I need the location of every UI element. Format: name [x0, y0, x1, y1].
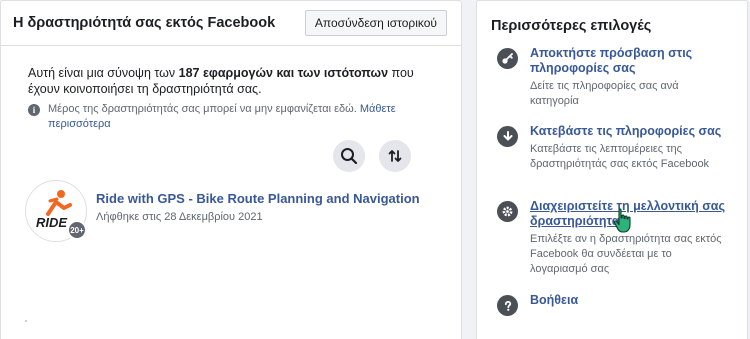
sort-icon — [388, 150, 402, 162]
activity-count-badge: 20+ — [67, 220, 87, 240]
hand-cursor-icon — [613, 208, 631, 233]
option-description: Δείτε τις πληροφορίες σας ανά κατηγορία — [530, 80, 679, 107]
more-options-title: Περισσότερες επιλογές — [491, 18, 652, 34]
info-note-text: Μέρος της δραστηριότητάς σας μπορεί να μ… — [48, 103, 357, 115]
option-access-information[interactable]: Αποκτήστε πρόσβαση στις πληροφορίες σας … — [497, 46, 742, 109]
search-icon — [341, 148, 358, 165]
gear-icon — [497, 201, 518, 222]
option-help[interactable]: Βοήθεια — [497, 293, 742, 316]
app-received-date: Λήφθηκε στις 28 Δεκεμβρίου 2021 — [96, 211, 263, 223]
info-icon: i — [28, 104, 40, 116]
option-description: Κατεβάστε τις λεπτομέρειες της δραστηριό… — [530, 143, 710, 170]
option-download-information[interactable]: Κατεβάστε τις πληροφορίες σας Κατεβάστε … — [497, 124, 742, 172]
option-title[interactable]: Κατεβάστε τις πληροφορίες σας — [530, 124, 726, 139]
info-note: i Μέρος της δραστηριότητάς σας μπορεί να… — [28, 102, 428, 132]
sort-button[interactable] — [379, 140, 411, 172]
info-text: Μέρος της δραστηριότητάς σας μπορεί να μ… — [48, 102, 428, 132]
clear-history-button[interactable]: Αποσύνδεση ιστορικού — [304, 10, 447, 36]
divider-dot — [25, 320, 27, 322]
summary-prefix: Αυτή είναι μια σύνοψη των — [28, 66, 176, 80]
option-description: Επιλέξτε αν η δραστηριότητα σας εκτός Fa… — [530, 233, 722, 275]
option-title[interactable]: Αποκτήστε πρόσβαση στις πληροφορίες σας — [530, 46, 726, 76]
app-name-link[interactable]: Ride with GPS - Bike Route Planning and … — [96, 191, 420, 206]
card-header: Η δραστηριότητά σας εκτός Facebook Αποσύ… — [1, 1, 461, 46]
logo-text: RIDE — [36, 215, 67, 230]
summary-count: 187 εφαρμογών και των ιστότοπων — [178, 66, 389, 80]
more-options-card: Περισσότερες επιλογές Αποκτήστε πρόσβαση… — [476, 0, 748, 339]
download-icon — [497, 126, 518, 147]
key-icon — [497, 48, 518, 69]
question-icon — [497, 295, 518, 316]
search-button[interactable] — [333, 140, 365, 172]
card-title: Η δραστηριότητά σας εκτός Facebook — [13, 15, 276, 31]
option-title[interactable]: Βοήθεια — [530, 293, 726, 308]
activity-summary: Αυτή είναι μια σύνοψη των 187 εφαρμογών … — [28, 65, 428, 97]
